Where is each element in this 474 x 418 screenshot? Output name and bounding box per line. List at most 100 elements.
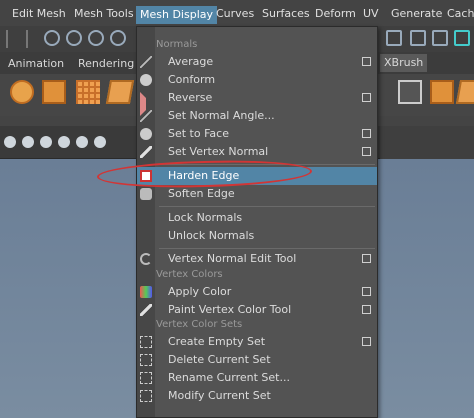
option-box[interactable] [362, 337, 371, 346]
menu-item-harden-edge[interactable]: Harden Edge [137, 167, 377, 185]
extrude-icon[interactable] [430, 80, 454, 104]
menu-divider [159, 248, 375, 249]
option-box[interactable] [362, 147, 371, 156]
menu-item-set-normal-angle[interactable]: Set Normal Angle... [137, 107, 377, 125]
vertex-normal-icon [140, 146, 152, 158]
menu-divider [159, 164, 375, 165]
menu-item-label: Rename Current Set... [168, 371, 290, 384]
apply-color-icon [140, 286, 152, 298]
menu-deform[interactable]: Deform [315, 5, 356, 23]
wireframe-icon[interactable] [76, 136, 88, 148]
menu-item-apply-color[interactable]: Apply Color [137, 283, 377, 301]
render-settings-icon[interactable] [432, 30, 448, 46]
bevel-icon[interactable] [455, 80, 474, 104]
unlock-normals-icon [140, 230, 152, 242]
menu-item-label: Delete Current Set [168, 353, 271, 366]
menu-surfaces[interactable]: Surfaces [262, 5, 310, 23]
menu-item-set-vertex-normal[interactable]: Set Vertex Normal [137, 143, 377, 161]
menu-item-average[interactable]: Average [137, 53, 377, 71]
sphere-icon[interactable] [10, 80, 34, 104]
menu-generate[interactable]: Generate [391, 5, 442, 23]
menu-mesh-tools[interactable]: Mesh Tools [74, 5, 134, 23]
lasso-select-icon[interactable] [44, 30, 60, 46]
normal-angle-icon [140, 110, 152, 122]
menu-item-label: Create Empty Set [168, 335, 266, 348]
menu-uv[interactable]: UV [363, 5, 379, 23]
menu-item-label: Paint Vertex Color Tool [168, 303, 292, 316]
create-set-icon [140, 336, 152, 348]
menu-divider [159, 206, 375, 207]
menu-item-label: Reverse [168, 91, 213, 104]
toolbar-separator [6, 30, 8, 48]
transform-icon[interactable] [398, 80, 422, 104]
menu-item-vertex-normal-edit-tool[interactable]: Vertex Normal Edit Tool [137, 250, 377, 268]
menu-curves[interactable]: Curves [216, 5, 254, 23]
menu-item-label: Lock Normals [168, 211, 243, 224]
menu-item-label: Set Vertex Normal [168, 145, 269, 158]
menu-item-label: Conform [168, 73, 216, 86]
delete-set-icon [140, 354, 152, 366]
option-box[interactable] [362, 129, 371, 138]
menu-item-unlock-normals[interactable]: Unlock Normals [137, 227, 377, 245]
average-icon [140, 56, 152, 68]
menu-item-label: Soften Edge [168, 187, 235, 200]
menu-item-label: Modify Current Set [168, 389, 271, 402]
menu-item-label: Average [168, 55, 214, 68]
render-icon[interactable] [386, 30, 402, 46]
menu-item-lock-normals[interactable]: Lock Normals [137, 209, 377, 227]
select-camera-icon[interactable] [22, 136, 34, 148]
menu-item-label: Vertex Normal Edit Tool [168, 252, 297, 265]
grid-icon[interactable] [58, 136, 70, 148]
option-box[interactable] [362, 93, 371, 102]
menu-item-delete-current-set[interactable]: Delete Current Set [137, 351, 377, 369]
menu-item-rename-current-set[interactable]: Rename Current Set... [137, 369, 377, 387]
menu-item-create-empty-set[interactable]: Create Empty Set [137, 333, 377, 351]
menu-cache[interactable]: Cache [447, 5, 474, 23]
menu-item-reverse[interactable]: Reverse [137, 89, 377, 116]
modify-set-icon [140, 390, 152, 402]
menu-item-label: Harden Edge [168, 169, 240, 182]
panel-toolbar-right [380, 126, 474, 159]
cube-icon[interactable] [42, 80, 66, 104]
option-box[interactable] [362, 57, 371, 66]
snap-curve-icon[interactable] [110, 30, 126, 46]
shaded-icon[interactable] [94, 136, 106, 148]
rename-set-icon [140, 372, 152, 384]
menu-item-label: Set to Face [168, 127, 229, 140]
section-normals: Normals [156, 39, 198, 50]
menu-item-label: Set Normal Angle... [168, 109, 275, 122]
magnet-snap-icon[interactable] [88, 30, 104, 46]
menu-item-paint-vertex-color-tool[interactable]: Paint Vertex Color Tool [137, 301, 377, 319]
bookmark-icon[interactable] [40, 136, 52, 148]
set-to-face-icon [140, 128, 152, 140]
lock-normals-icon [140, 212, 152, 224]
menu-item-set-to-face[interactable]: Set to Face [137, 125, 377, 143]
soften-edge-icon [140, 188, 152, 200]
option-box[interactable] [362, 254, 371, 263]
menu-item-modify-current-set[interactable]: Modify Current Set [137, 387, 377, 405]
conform-icon [140, 74, 152, 86]
option-box[interactable] [362, 305, 371, 314]
tab-xbrush[interactable]: XBrush [380, 54, 428, 72]
menu-item-label: Apply Color [168, 285, 232, 298]
tab-rendering[interactable]: Rendering [78, 55, 134, 73]
harden-edge-icon [140, 170, 152, 182]
section-vertex-color-sets: Vertex Color Sets [156, 319, 243, 330]
menu-item-label: Unlock Normals [168, 229, 255, 242]
option-box[interactable] [362, 287, 371, 296]
camera-icon[interactable] [4, 136, 16, 148]
cylinder-icon[interactable] [105, 80, 135, 104]
plane-icon[interactable] [76, 80, 100, 104]
main-menubar: Edit Mesh Mesh Tools Mesh Display Curves… [0, 0, 474, 26]
toolbar-separator [26, 30, 28, 48]
hypershade-icon[interactable] [454, 30, 470, 46]
menu-mesh-display[interactable]: Mesh Display [136, 6, 218, 24]
paint-select-icon[interactable] [66, 30, 82, 46]
menu-edit-mesh[interactable]: Edit Mesh [12, 5, 66, 23]
ipr-render-icon[interactable] [410, 30, 426, 46]
menu-item-soften-edge[interactable]: Soften Edge [137, 185, 377, 203]
tab-animation[interactable]: Animation [8, 55, 64, 73]
menu-item-conform[interactable]: Conform [137, 71, 377, 89]
normal-edit-tool-icon [140, 253, 152, 265]
mesh-display-menu: Normals Average Conform Reverse Set Norm… [136, 26, 378, 418]
